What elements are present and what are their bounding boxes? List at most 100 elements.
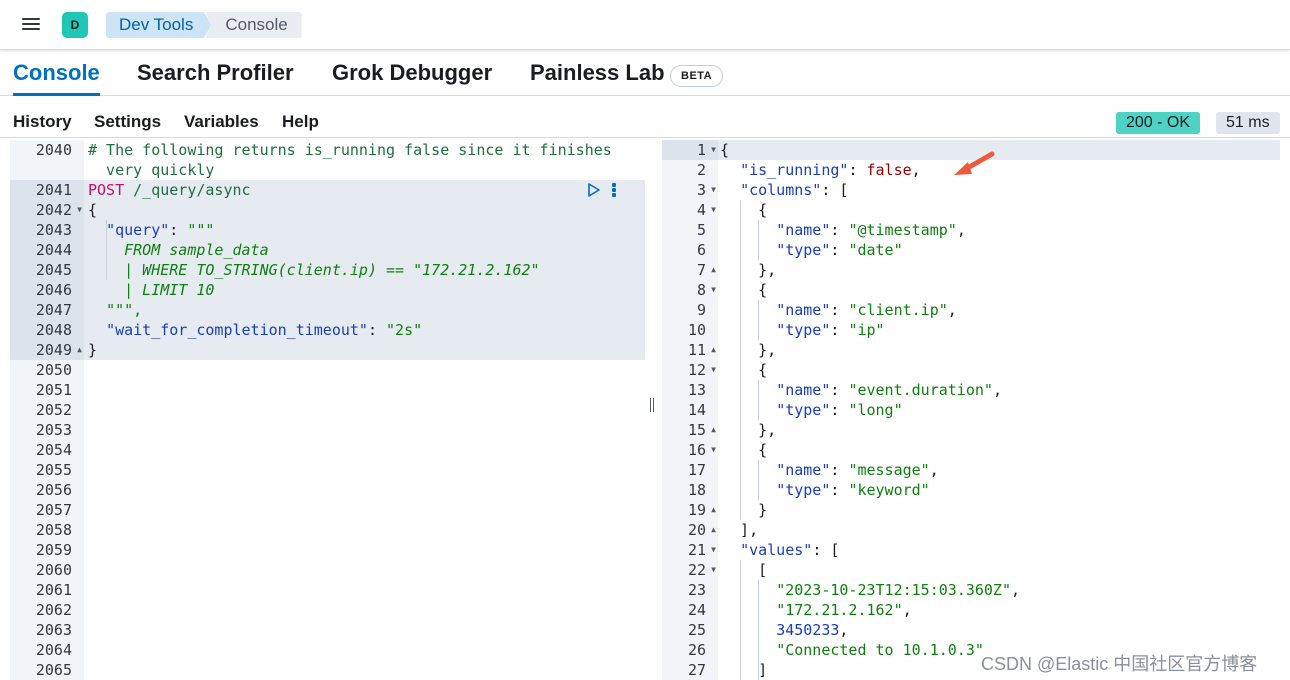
line-number: 5 [696,221,706,239]
request-editor[interactable]: # The following returns is_running false… [84,140,645,680]
line-number: 2062 [35,601,72,619]
code-line: FROM sample_data [124,241,269,259]
fold-arrow-icon[interactable]: ▼ [711,560,716,580]
fold-arrow-icon[interactable]: ▲ [711,340,716,360]
fold-arrow-icon[interactable]: ▼ [711,540,716,560]
line-number: 9 [696,301,706,319]
line-number: 2046 [35,281,72,299]
code-line: "type": "keyword" [776,481,930,499]
line-number: 2045 [35,261,72,279]
line-number: 16 [687,441,706,459]
active-line-highlight [718,140,1280,160]
line-number: 2064 [35,641,72,659]
settings-button[interactable]: Settings [94,112,161,132]
play-icon[interactable] [586,181,602,199]
tab-console[interactable]: Console [13,60,100,96]
code-line: }, [722,341,777,359]
pane-resize-handle[interactable] [649,398,657,414]
console-toolbar: History Settings Variables Help 200 - OK… [0,104,1290,138]
fold-arrow-icon[interactable]: ▼ [711,140,716,160]
code-line: "query": """ [106,221,215,239]
line-number: 22 [687,561,706,579]
line-number: 2059 [35,541,72,559]
line-number: 2052 [35,401,72,419]
code-line: } [722,501,768,519]
code-line: }, [722,421,777,439]
help-button[interactable]: Help [282,112,319,132]
history-button[interactable]: History [13,112,72,132]
line-number: 2054 [35,441,72,459]
code-line: "name": "message", [776,461,939,479]
code-line: """, [106,301,143,319]
line-number: 11 [687,341,706,359]
line-number: 2043 [35,221,72,239]
line-number: 2061 [35,581,72,599]
code-line: "Connected to 10.1.0.3" [776,641,984,659]
beta-badge: BETA [670,65,724,87]
line-number: 1 [696,141,706,159]
code-line: "columns": [ [740,181,849,199]
fold-arrow-icon[interactable]: ▼ [711,200,716,220]
line-number: 25 [687,621,706,639]
fold-arrow-icon[interactable]: ▼ [77,200,82,220]
line-number: 27 [687,661,706,679]
code-line: { [720,141,730,159]
code-line: | LIMIT 10 [124,281,215,299]
line-number: 2042 [35,201,72,219]
line-number: 14 [687,401,706,419]
space-avatar[interactable]: D [62,12,88,38]
request-path: /_query/async [133,181,251,199]
line-number: 2044 [35,241,72,259]
code-line: "type": "ip" [776,321,885,339]
fold-arrow-icon[interactable]: ▲ [711,420,716,440]
fold-arrow-icon[interactable]: ▼ [711,440,716,460]
line-number: 12 [687,361,706,379]
code-line: [ [722,561,768,579]
code-line: "name": "client.ip", [776,301,957,319]
code-line: } [88,341,98,359]
active-line-gutter [662,140,718,160]
fold-arrow-icon[interactable]: ▲ [711,500,716,520]
annotation-arrow-icon [950,148,996,182]
variables-button[interactable]: Variables [184,112,259,132]
line-number: 2058 [35,521,72,539]
line-number: 4 [696,201,706,219]
fold-arrow-icon[interactable]: ▲ [77,340,82,360]
dev-tools-tabs: Console Search Profiler Grok Debugger Pa… [0,52,1290,96]
more-actions-icon[interactable] [609,181,619,199]
code-line: "is_running": false, [740,161,921,179]
fold-arrow-icon[interactable]: ▼ [711,360,716,380]
tab-grok-debugger[interactable]: Grok Debugger [332,60,492,96]
line-number: 2063 [35,621,72,639]
line-number: 21 [687,541,706,559]
status-badge: 200 - OK [1116,112,1201,134]
code-line: | WHERE TO_STRING(client.ip) == "172.21.… [124,261,540,279]
line-number: 2041 [35,181,72,199]
fold-arrow-icon[interactable]: ▲ [711,260,716,280]
fold-arrow-icon[interactable]: ▲ [711,520,716,540]
line-number: 2055 [35,461,72,479]
line-number: 2050 [35,361,72,379]
fold-arrow-icon[interactable]: ▼ [711,280,716,300]
code-line: ], [722,521,759,539]
breadcrumb-console: Console [205,12,302,38]
line-number: 13 [687,381,706,399]
code-line: 3450233, [776,621,849,639]
top-header: D Dev Tools Console [0,0,1290,50]
line-number: 2056 [35,481,72,499]
line-number: 2048 [35,321,72,339]
code-line: "2023-10-23T12:15:03.360Z", [776,581,1021,599]
tab-painless-lab[interactable]: Painless Lab [530,60,665,96]
breadcrumb-dev-tools[interactable]: Dev Tools [106,12,212,38]
tab-search-profiler[interactable]: Search Profiler [137,60,294,96]
response-viewer[interactable]: { "is_running": false, "columns": [ { "n… [718,140,1280,680]
fold-arrow-icon[interactable]: ▼ [711,180,716,200]
hamburger-menu-icon[interactable] [20,13,42,35]
line-number: 2065 [35,661,72,679]
code-line: "172.21.2.162", [776,601,912,619]
code-line: { [722,281,768,299]
comment-line: # The following returns is_running false… [88,141,612,159]
line-number: 6 [696,241,706,259]
code-line: ] [722,661,768,679]
line-number: 18 [687,481,706,499]
